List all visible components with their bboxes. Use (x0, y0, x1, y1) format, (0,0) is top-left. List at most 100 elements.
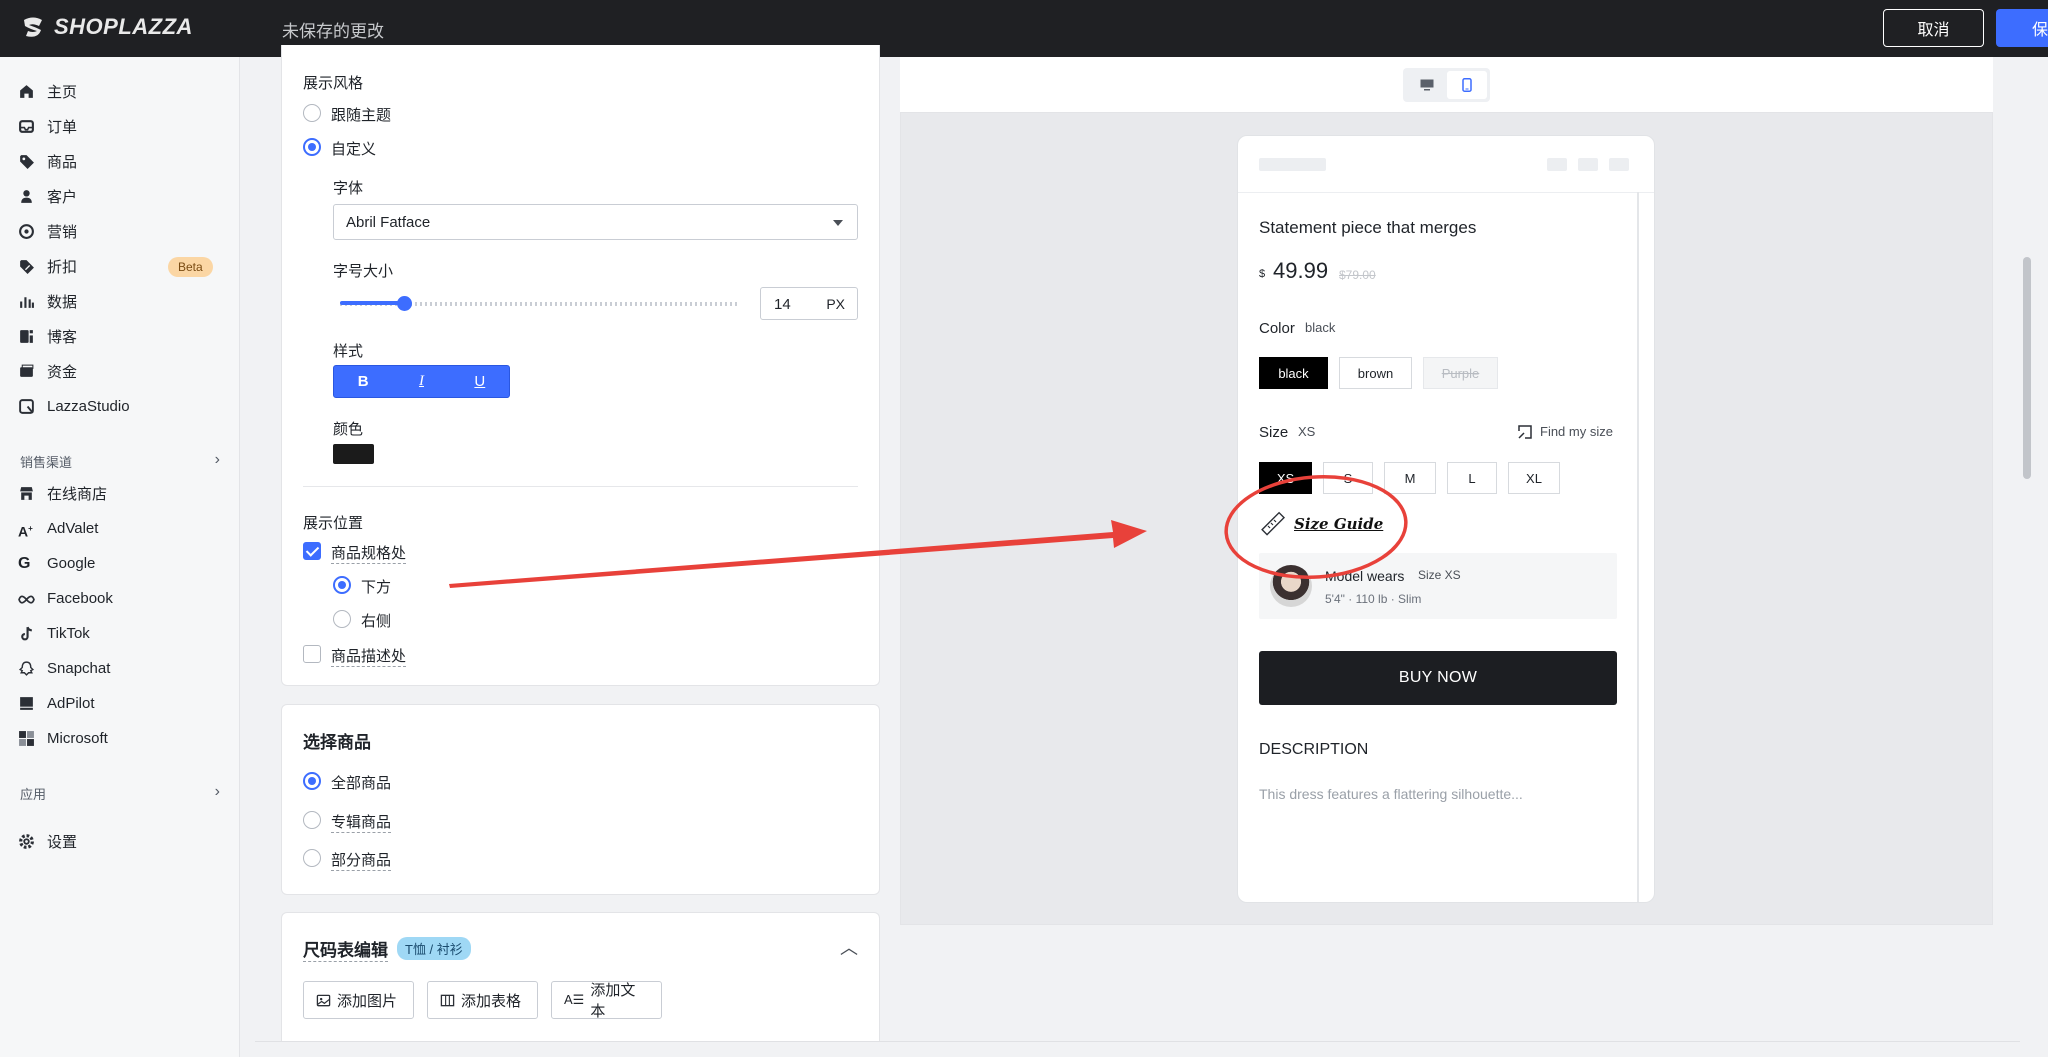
chevron-right-icon: › (214, 783, 220, 800)
sidebar-item-orders[interactable]: 订单 (18, 113, 218, 139)
product-title: Statement piece that merges (1259, 218, 1477, 237)
sidebar-item-online-store[interactable]: 在线商店 (18, 480, 218, 506)
radio-partial-products[interactable] (303, 849, 321, 867)
sidebar-item-advalet[interactable]: A+ AdValet (18, 515, 218, 541)
model-info-box (1259, 553, 1617, 619)
horizontal-scrollbar[interactable] (255, 1041, 2020, 1057)
desktop-icon (1420, 79, 1434, 91)
mobile-view-button[interactable] (1447, 71, 1487, 99)
sidebar-item-facebook[interactable]: Facebook (18, 585, 218, 611)
sidebar-item-adpilot[interactable]: AdPilot (18, 690, 218, 716)
sidebar-item-label: Facebook (47, 589, 113, 607)
sidebar-item-label: Snapchat (47, 659, 111, 677)
radio-all-products[interactable] (303, 772, 321, 790)
sidebar-item-discounts[interactable]: 折扣 Beta (18, 253, 218, 279)
add-image-button[interactable]: 添加图片 (303, 981, 414, 1019)
sidebar-item-label: 折扣 (47, 258, 78, 276)
checkbox-description-position[interactable] (303, 645, 321, 663)
font-select[interactable]: Abril Fatface (333, 204, 858, 240)
mobile-scrollbar (1637, 192, 1639, 902)
underline-button[interactable]: U (451, 366, 509, 397)
sidebar-item-snapchat[interactable]: Snapchat (18, 655, 218, 681)
sidebar-item-customers[interactable]: 客户 (18, 183, 218, 209)
size-guide-link[interactable]: Size Guide (1259, 511, 1383, 537)
bar-chart-icon (20, 296, 34, 308)
apps-section[interactable]: 应用 › (20, 783, 220, 803)
add-table-button[interactable]: 添加表格 (427, 981, 538, 1019)
sidebar-item-label: TikTok (47, 624, 90, 642)
bold-button[interactable]: B (334, 366, 392, 397)
sidebar-item-analytics[interactable]: 数据 (18, 288, 218, 314)
text-style-label: 样式 (333, 343, 364, 360)
sidebar-item-label: AdPilot (47, 694, 95, 712)
microsoft-icon (19, 730, 34, 746)
add-text-button[interactable]: A☰ 添加文本 (551, 981, 662, 1020)
all-products-label: 全部商品 (331, 775, 392, 792)
radio-below[interactable] (333, 576, 351, 594)
font-size-input[interactable]: 14 PX (760, 287, 858, 320)
size-option-xl[interactable]: XL (1508, 462, 1560, 494)
sidebar-item-label: 数据 (47, 293, 78, 311)
find-my-size-link[interactable]: Find my size (1518, 424, 1613, 439)
custom-label: 自定义 (331, 141, 377, 158)
color-swatch-purple[interactable]: Purple (1423, 357, 1498, 389)
sidebar-item-microsoft[interactable]: Microsoft (18, 725, 218, 751)
buy-now-button[interactable]: BUY NOW (1259, 651, 1617, 705)
sidebar-item-blog[interactable]: 博客 (18, 323, 218, 349)
sidebar-item-google[interactable]: G Google (18, 550, 218, 576)
radio-follow-theme[interactable] (303, 104, 321, 122)
color-swatch-brown[interactable]: brown (1339, 357, 1412, 389)
header-icon-placeholder (1609, 158, 1629, 171)
sidebar-item-finance[interactable]: 资金 (18, 358, 218, 384)
size-selected-value: XS (1298, 424, 1316, 439)
find-my-size-label: Find my size (1540, 424, 1613, 439)
size-option-xs[interactable]: XS (1259, 462, 1312, 494)
logo[interactable]: SHOPLAZZA (20, 14, 193, 40)
sidebar-item-home[interactable]: 主页 (18, 78, 218, 104)
font-size-unit: PX (826, 296, 845, 312)
color-label: 颜色 (333, 421, 364, 438)
right-label: 右侧 (361, 613, 392, 630)
sidebar-item-tiktok[interactable]: TikTok (18, 620, 218, 646)
brand-name: SHOPLAZZA (54, 14, 193, 39)
cancel-button[interactable]: 取消 (1883, 9, 1984, 47)
shoplazza-logo-icon (24, 17, 42, 37)
radio-custom[interactable] (303, 138, 321, 156)
mobile-preview-header (1238, 136, 1654, 193)
add-text-label: 添加文本 (590, 982, 636, 1020)
model-avatar (1270, 565, 1312, 607)
size-option-m[interactable]: M (1384, 462, 1436, 494)
sidebar-item-marketing[interactable]: 营销 (18, 218, 218, 244)
resize-icon (1518, 424, 1532, 439)
size-option-s[interactable]: S (1323, 462, 1373, 494)
radio-collection-products[interactable] (303, 811, 321, 829)
sales-channels-section[interactable]: 销售渠道 › (20, 451, 220, 471)
desktop-view-button[interactable] (1407, 71, 1447, 99)
apps-label: 应用 (20, 787, 47, 802)
gear-icon (19, 833, 34, 849)
sidebar-item-label: Microsoft (47, 729, 108, 747)
color-swatch[interactable] (333, 444, 374, 464)
font-size-slider-handle[interactable] (397, 296, 412, 311)
chevron-up-icon[interactable]: ︿ (840, 934, 858, 960)
add-table-label: 添加表格 (461, 992, 522, 1010)
partial-products-label: 部分商品 (331, 849, 392, 871)
sidebar-item-settings[interactable]: 设置 (18, 828, 218, 854)
size-option-l[interactable]: L (1447, 462, 1497, 494)
model-size: Size XS (1418, 568, 1461, 582)
italic-button[interactable]: I (392, 366, 450, 397)
checkbox-variant-position[interactable] (303, 542, 321, 560)
radio-right[interactable] (333, 610, 351, 628)
save-button[interactable]: 保存 (1996, 9, 2048, 47)
sales-channels-label: 销售渠道 (20, 455, 73, 470)
sidebar-item-lazzastudio[interactable]: LazzaStudio (18, 393, 218, 419)
chevron-right-icon: › (214, 451, 220, 468)
divider (303, 486, 858, 487)
wallet-icon (20, 364, 34, 377)
color-swatch-black[interactable]: black (1259, 357, 1328, 389)
page-scrollbar[interactable] (2020, 57, 2038, 1057)
text-style-toggle-group: B I U (333, 365, 510, 398)
font-select-value: Abril Fatface (346, 214, 431, 231)
page-scrollbar-thumb[interactable] (2023, 257, 2031, 479)
sidebar-item-products[interactable]: 商品 (18, 148, 218, 174)
